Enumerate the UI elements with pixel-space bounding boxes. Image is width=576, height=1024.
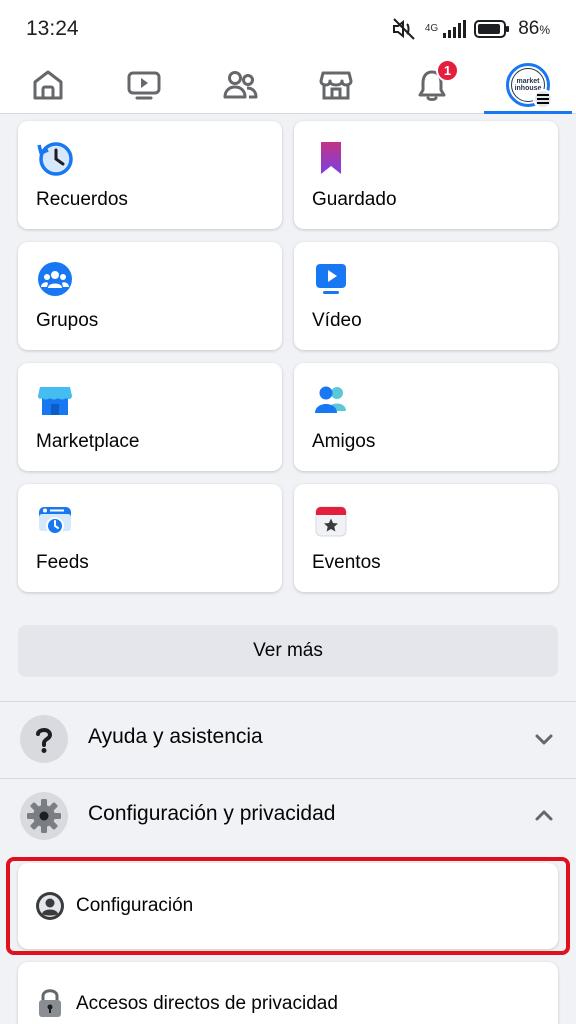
gear-icon <box>20 792 68 840</box>
top-tab-bar: 1 market inhouse <box>0 56 576 114</box>
shortcut-label: Recuerdos <box>36 189 128 210</box>
hamburger-menu-icon <box>533 89 553 109</box>
events-calendar-icon <box>315 506 347 537</box>
chevron-up-icon <box>535 810 553 821</box>
video-icon <box>127 71 161 100</box>
marketplace-store-icon <box>38 387 72 415</box>
settings-item-privacy-shortcuts[interactable]: Accesos directos de privacidad <box>18 962 558 1024</box>
shortcut-eventos[interactable]: Eventos <box>294 484 558 592</box>
see-more-button[interactable]: Ver más <box>18 625 558 677</box>
shortcut-feeds[interactable]: Feeds <box>18 484 282 592</box>
shortcut-label: Grupos <box>36 310 99 331</box>
signal-icon <box>442 19 467 39</box>
shortcut-video[interactable]: Vídeo <box>294 242 558 350</box>
shortcut-amigos[interactable]: Amigos <box>294 363 558 471</box>
tab-menu[interactable]: market inhouse <box>480 56 576 114</box>
shortcut-label: Guardado <box>312 189 397 210</box>
help-support-section[interactable]: Ayuda y asistencia <box>0 701 576 777</box>
status-bar: 13:24 4G 86% <box>0 0 576 56</box>
feeds-icon <box>39 507 71 535</box>
tab-notifications[interactable]: 1 <box>384 56 480 114</box>
shortcut-label: Vídeo <box>312 310 362 331</box>
highlight-annotation-box <box>6 857 570 955</box>
battery-percent: 86% <box>518 18 550 40</box>
status-indicators: 4G 86% <box>391 16 550 42</box>
tab-marketplace[interactable] <box>288 56 384 114</box>
friends-icon <box>315 386 346 413</box>
settings-item-label: Accesos directos de privacidad <box>76 993 338 1014</box>
battery-value: 86 <box>518 18 540 39</box>
memories-clock-icon <box>37 142 73 176</box>
help-support-label: Ayuda y asistencia <box>88 725 263 748</box>
avatar: market inhouse <box>506 63 553 109</box>
network-type: 4G <box>424 23 439 34</box>
lock-icon <box>39 989 61 1017</box>
shortcut-recuerdos[interactable]: Recuerdos <box>18 121 282 229</box>
marketplace-icon <box>319 71 353 100</box>
shortcut-marketplace[interactable]: Marketplace <box>18 363 282 471</box>
tab-friends[interactable] <box>192 56 288 114</box>
tab-home[interactable] <box>0 56 96 114</box>
battery-unit: % <box>539 23 550 37</box>
settings-privacy-label: Configuración y privacidad <box>88 802 336 825</box>
shortcut-label: Amigos <box>312 431 376 452</box>
notification-badge: 1 <box>436 59 459 82</box>
groups-icon <box>38 262 72 296</box>
shortcut-label: Marketplace <box>36 431 140 452</box>
home-icon <box>33 70 63 100</box>
tab-video[interactable] <box>96 56 192 114</box>
status-time: 13:24 <box>26 17 79 40</box>
shortcut-guardado[interactable]: Guardado <box>294 121 558 229</box>
avatar-text-line1: market <box>516 78 540 85</box>
mute-icon <box>391 17 417 41</box>
saved-bookmark-icon <box>321 142 341 174</box>
shortcut-label: Eventos <box>312 552 381 573</box>
settings-privacy-section[interactable]: Configuración y privacidad <box>0 778 576 854</box>
video-icon <box>316 264 346 294</box>
shortcut-grupos[interactable]: Grupos <box>18 242 282 350</box>
friends-icon <box>223 71 258 99</box>
shortcut-label: Feeds <box>36 552 89 573</box>
chevron-down-icon <box>535 734 553 745</box>
active-tab-indicator <box>484 111 572 114</box>
battery-icon <box>474 19 510 39</box>
question-icon <box>20 715 68 763</box>
